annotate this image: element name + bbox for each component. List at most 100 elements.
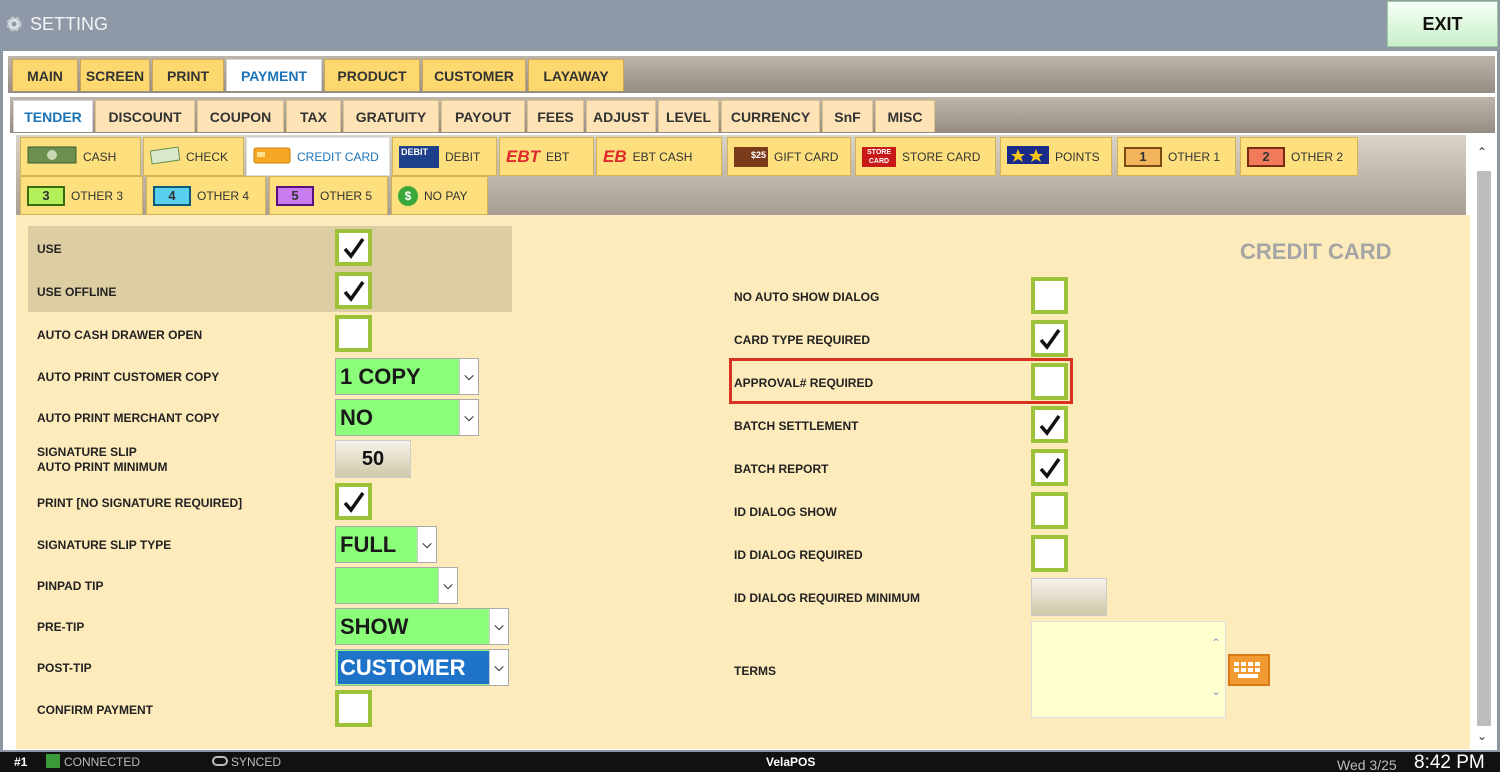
use-label: USE	[37, 242, 62, 256]
current-date: Wed 3/25	[1337, 757, 1397, 772]
chevron-down-icon: ⌵	[459, 400, 478, 435]
checkmark-icon	[1039, 414, 1061, 436]
station-number: #1	[14, 755, 28, 769]
scroll-up-icon[interactable]: ⌃	[1477, 145, 1487, 159]
tab-layaway[interactable]: LAYAWAY	[528, 59, 624, 91]
tab-payment[interactable]: PAYMENT	[226, 59, 322, 91]
exit-button[interactable]: EXIT	[1387, 1, 1498, 47]
payment-tab-other5[interactable]: 5 OTHER 5	[269, 176, 388, 215]
app-name: VelaPOS	[766, 755, 816, 769]
scroll-down-icon[interactable]: ⌄	[1477, 729, 1487, 743]
payment-tab-label: CREDIT CARD	[297, 149, 379, 164]
use-offline-label: USE OFFLINE	[37, 285, 117, 299]
confirm-payment-checkbox[interactable]	[335, 690, 372, 727]
batch-settlement-checkbox[interactable]	[1031, 406, 1068, 443]
tab-tender[interactable]: TENDER	[13, 100, 93, 132]
tab-tax[interactable]: TAX	[286, 100, 341, 132]
payment-tab-other3[interactable]: 3 OTHER 3	[20, 176, 143, 215]
merchant-copy-label: AUTO PRINT MERCHANT COPY	[37, 411, 220, 425]
customer-copy-select[interactable]: 1 COPY ⌵	[335, 358, 479, 395]
payment-tab-label: EBT CASH	[632, 149, 693, 164]
checkmark-icon	[1039, 328, 1061, 350]
tab-level[interactable]: LEVEL	[658, 100, 719, 132]
scroll-down-icon[interactable]: ⌄	[1211, 684, 1221, 698]
tab-fees[interactable]: FEES	[527, 100, 584, 132]
payment-tab-label: NO PAY	[424, 188, 468, 203]
tab-discount[interactable]: DISCOUNT	[95, 100, 195, 132]
tab-snf[interactable]: SnF	[822, 100, 873, 132]
ebt-cash-icon: EB	[603, 146, 627, 166]
signature-slip-type-select[interactable]: FULL ⌵	[335, 526, 437, 563]
tab-currency[interactable]: CURRENCY	[721, 100, 820, 132]
tab-product[interactable]: PRODUCT	[324, 59, 420, 91]
chevron-down-icon: ⌵	[417, 527, 436, 562]
use-checkbox[interactable]	[335, 229, 372, 266]
payment-tab-credit-card[interactable]: CREDIT CARD	[246, 137, 390, 176]
payment-tab-other4[interactable]: 4 OTHER 4	[146, 176, 266, 215]
card-type-required-checkbox[interactable]	[1031, 320, 1068, 357]
tab-main[interactable]: MAIN	[12, 59, 78, 91]
print-no-signature-checkbox[interactable]	[335, 483, 372, 520]
payment-tab-ebt[interactable]: EBT EBT	[499, 137, 594, 176]
payment-tab-points[interactable]: POINTS	[1000, 137, 1112, 176]
stars-icon	[1007, 145, 1049, 168]
payment-tab-label: OTHER 2	[1291, 149, 1344, 164]
id-dialog-show-checkbox[interactable]	[1031, 492, 1068, 529]
select-value: FULL	[340, 532, 397, 557]
store-card-icon: STORE CARD	[862, 146, 896, 167]
approval-required-label: APPROVAL# REQUIRED	[734, 376, 874, 390]
card-type-required-label: CARD TYPE REQUIRED	[734, 333, 871, 347]
ticket-5-icon: 5	[276, 185, 314, 206]
tab-gratuity[interactable]: GRATUITY	[343, 100, 439, 132]
signature-minimum-input[interactable]: 50	[335, 440, 411, 478]
tab-coupon[interactable]: COUPON	[197, 100, 284, 132]
check-icon	[149, 145, 181, 168]
confirm-payment-label: CONFIRM PAYMENT	[37, 703, 154, 717]
no-auto-show-dialog-checkbox[interactable]	[1031, 277, 1068, 314]
title-bar: SETTING	[0, 0, 1500, 50]
pinpad-tip-select[interactable]: ⌵	[335, 567, 458, 604]
checkmark-icon	[343, 280, 365, 302]
chevron-down-icon: ⌵	[489, 650, 508, 685]
no-auto-show-dialog-label: NO AUTO SHOW DIALOG	[734, 290, 880, 304]
signature-slip-type-label: SIGNATURE SLIP TYPE	[37, 538, 172, 552]
payment-tab-other1[interactable]: 1 OTHER 1	[1117, 137, 1236, 176]
post-tip-select[interactable]: CUSTOMER ⌵	[335, 649, 509, 686]
tab-screen[interactable]: SCREEN	[80, 59, 150, 91]
pre-tip-select[interactable]: SHOW ⌵	[335, 608, 509, 645]
payment-tab-store-card[interactable]: STORE CARD STORE CARD	[855, 137, 996, 176]
tab-print[interactable]: PRINT	[152, 59, 224, 91]
payment-tab-check[interactable]: CHECK	[143, 137, 244, 176]
payment-tab-label: OTHER 3	[71, 188, 124, 203]
current-time: 8:42 PM	[1414, 752, 1485, 772]
select-value: SHOW	[340, 614, 409, 639]
id-dialog-required-checkbox[interactable]	[1031, 535, 1068, 572]
pre-tip-label: PRE-TIP	[37, 620, 85, 634]
tab-customer[interactable]: CUSTOMER	[422, 59, 526, 91]
scroll-up-icon[interactable]: ⌃	[1211, 636, 1221, 650]
approval-required-checkbox[interactable]	[1031, 363, 1068, 400]
tab-adjust[interactable]: ADJUST	[586, 100, 656, 132]
payment-tab-debit[interactable]: DEBIT DEBIT	[392, 137, 497, 176]
payment-tab-ebt-cash[interactable]: EB EBT CASH	[596, 137, 722, 176]
tab-misc[interactable]: MISC	[875, 100, 935, 132]
payment-tab-other2[interactable]: 2 OTHER 2	[1240, 137, 1358, 176]
merchant-copy-select[interactable]: NO ⌵	[335, 399, 479, 436]
auto-cash-drawer-checkbox[interactable]	[335, 315, 372, 352]
select-value: 1 COPY	[340, 364, 421, 389]
keyboard-icon[interactable]	[1228, 654, 1270, 686]
tab-payout[interactable]: PAYOUT	[441, 100, 525, 132]
id-dialog-minimum-input[interactable]	[1031, 578, 1107, 616]
payment-tab-cash[interactable]: CASH	[20, 137, 141, 176]
vertical-scrollbar[interactable]: ⌃ ⌄	[1473, 135, 1495, 749]
payment-tab-label: OTHER 1	[1168, 149, 1221, 164]
scrollbar-thumb[interactable]	[1477, 171, 1491, 726]
terms-textarea[interactable]: ⌃ ⌄	[1031, 621, 1226, 718]
gear-icon	[6, 16, 22, 32]
sync-status: SYNCED	[231, 755, 282, 769]
payment-tab-no-pay[interactable]: $ NO PAY	[391, 176, 488, 215]
batch-report-checkbox[interactable]	[1031, 449, 1068, 486]
use-offline-checkbox[interactable]	[335, 272, 372, 309]
ebt-icon: EBT	[506, 146, 540, 166]
payment-tab-gift-card[interactable]: $25 GIFT CARD	[727, 137, 851, 176]
